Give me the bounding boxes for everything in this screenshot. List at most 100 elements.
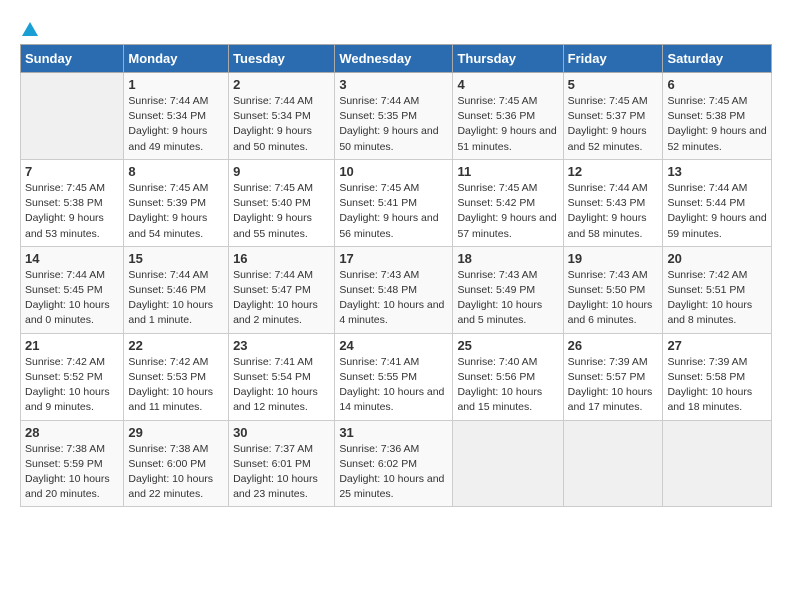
day-number: 31 — [339, 425, 448, 440]
day-info: Sunrise: 7:42 AMSunset: 5:51 PMDaylight:… — [667, 268, 767, 329]
day-cell: 29Sunrise: 7:38 AMSunset: 6:00 PMDayligh… — [124, 420, 229, 507]
day-info: Sunrise: 7:45 AMSunset: 5:37 PMDaylight:… — [568, 94, 659, 155]
day-number: 14 — [25, 251, 119, 266]
day-number: 27 — [667, 338, 767, 353]
day-cell — [663, 420, 772, 507]
day-cell: 16Sunrise: 7:44 AMSunset: 5:47 PMDayligh… — [229, 246, 335, 333]
day-number: 22 — [128, 338, 224, 353]
day-number: 9 — [233, 164, 330, 179]
day-number: 28 — [25, 425, 119, 440]
day-number: 10 — [339, 164, 448, 179]
col-header-thursday: Thursday — [453, 45, 563, 73]
day-info: Sunrise: 7:45 AMSunset: 5:42 PMDaylight:… — [457, 181, 558, 242]
day-info: Sunrise: 7:44 AMSunset: 5:34 PMDaylight:… — [233, 94, 330, 155]
day-info: Sunrise: 7:44 AMSunset: 5:34 PMDaylight:… — [128, 94, 224, 155]
day-cell: 10 Sunrise: 7:45 AMSunset: 5:41 PMDayligh… — [335, 159, 453, 246]
day-cell: 30 Sunrise: 7:37 AMSunset: 6:01 PMDayligh… — [229, 420, 335, 507]
day-number: 2 — [233, 77, 330, 92]
day-info: Sunrise: 7:37 AMSunset: 6:01 PMDaylight:… — [233, 442, 330, 503]
day-info: Sunrise: 7:41 AMSunset: 5:55 PMDaylight:… — [339, 355, 448, 416]
day-number: 17 — [339, 251, 448, 266]
col-header-sunday: Sunday — [21, 45, 124, 73]
day-info: Sunrise: 7:42 AMSunset: 5:52 PMDaylight:… — [25, 355, 119, 416]
page-header — [20, 20, 772, 34]
day-info: Sunrise: 7:43 AMSunset: 5:49 PMDaylight:… — [457, 268, 558, 329]
day-cell: 3 Sunrise: 7:44 AMSunset: 5:35 PMDaylight… — [335, 73, 453, 160]
day-number: 21 — [25, 338, 119, 353]
day-info: Sunrise: 7:44 AMSunset: 5:43 PMDaylight:… — [568, 181, 659, 242]
day-number: 23 — [233, 338, 330, 353]
day-cell: 19Sunrise: 7:43 AMSunset: 5:50 PMDayligh… — [563, 246, 663, 333]
day-number: 25 — [457, 338, 558, 353]
day-number: 29 — [128, 425, 224, 440]
day-cell: 4 Sunrise: 7:45 AMSunset: 5:36 PMDaylight… — [453, 73, 563, 160]
week-row-1: 1 Sunrise: 7:44 AMSunset: 5:34 PMDaylight… — [21, 73, 772, 160]
day-cell: 2 Sunrise: 7:44 AMSunset: 5:34 PMDaylight… — [229, 73, 335, 160]
day-cell: 7Sunrise: 7:45 AMSunset: 5:38 PMDaylight… — [21, 159, 124, 246]
day-info: Sunrise: 7:39 AMSunset: 5:58 PMDaylight:… — [667, 355, 767, 416]
day-number: 20 — [667, 251, 767, 266]
day-info: Sunrise: 7:45 AMSunset: 5:39 PMDaylight:… — [128, 181, 224, 242]
day-cell: 26 Sunrise: 7:39 AMSunset: 5:57 PMDayligh… — [563, 333, 663, 420]
day-info: Sunrise: 7:36 AMSunset: 6:02 PMDaylight:… — [339, 442, 448, 503]
day-cell: 1 Sunrise: 7:44 AMSunset: 5:34 PMDaylight… — [124, 73, 229, 160]
calendar-header-row: SundayMondayTuesdayWednesdayThursdayFrid… — [21, 45, 772, 73]
day-cell: 31 Sunrise: 7:36 AMSunset: 6:02 PMDayligh… — [335, 420, 453, 507]
day-cell — [563, 420, 663, 507]
day-info: Sunrise: 7:43 AMSunset: 5:50 PMDaylight:… — [568, 268, 659, 329]
logo-icon — [21, 20, 39, 38]
day-number: 11 — [457, 164, 558, 179]
day-cell: 28 Sunrise: 7:38 AMSunset: 5:59 PMDayligh… — [21, 420, 124, 507]
day-info: Sunrise: 7:45 AMSunset: 5:40 PMDaylight:… — [233, 181, 330, 242]
col-header-wednesday: Wednesday — [335, 45, 453, 73]
day-number: 4 — [457, 77, 558, 92]
day-cell: 6Sunrise: 7:45 AMSunset: 5:38 PMDaylight… — [663, 73, 772, 160]
day-cell: 5 Sunrise: 7:45 AMSunset: 5:37 PMDaylight… — [563, 73, 663, 160]
day-cell: 18 Sunrise: 7:43 AMSunset: 5:49 PMDayligh… — [453, 246, 563, 333]
day-number: 30 — [233, 425, 330, 440]
day-info: Sunrise: 7:44 AMSunset: 5:35 PMDaylight:… — [339, 94, 448, 155]
week-row-2: 7Sunrise: 7:45 AMSunset: 5:38 PMDaylight… — [21, 159, 772, 246]
day-cell: 11 Sunrise: 7:45 AMSunset: 5:42 PMDayligh… — [453, 159, 563, 246]
day-info: Sunrise: 7:44 AMSunset: 5:45 PMDaylight:… — [25, 268, 119, 329]
calendar-table: SundayMondayTuesdayWednesdayThursdayFrid… — [20, 44, 772, 507]
day-info: Sunrise: 7:45 AMSunset: 5:36 PMDaylight:… — [457, 94, 558, 155]
week-row-5: 28 Sunrise: 7:38 AMSunset: 5:59 PMDayligh… — [21, 420, 772, 507]
week-row-4: 21 Sunrise: 7:42 AMSunset: 5:52 PMDayligh… — [21, 333, 772, 420]
day-cell — [21, 73, 124, 160]
col-header-saturday: Saturday — [663, 45, 772, 73]
day-number: 26 — [568, 338, 659, 353]
day-info: Sunrise: 7:42 AMSunset: 5:53 PMDaylight:… — [128, 355, 224, 416]
col-header-monday: Monday — [124, 45, 229, 73]
day-cell: 17 Sunrise: 7:43 AMSunset: 5:48 PMDayligh… — [335, 246, 453, 333]
day-cell: 21 Sunrise: 7:42 AMSunset: 5:52 PMDayligh… — [21, 333, 124, 420]
day-number: 13 — [667, 164, 767, 179]
day-cell — [453, 420, 563, 507]
day-number: 18 — [457, 251, 558, 266]
day-number: 15 — [128, 251, 224, 266]
day-info: Sunrise: 7:38 AMSunset: 5:59 PMDaylight:… — [25, 442, 119, 503]
day-number: 5 — [568, 77, 659, 92]
day-info: Sunrise: 7:45 AMSunset: 5:38 PMDaylight:… — [25, 181, 119, 242]
day-info: Sunrise: 7:40 AMSunset: 5:56 PMDaylight:… — [457, 355, 558, 416]
day-cell: 25 Sunrise: 7:40 AMSunset: 5:56 PMDayligh… — [453, 333, 563, 420]
day-number: 3 — [339, 77, 448, 92]
day-info: Sunrise: 7:39 AMSunset: 5:57 PMDaylight:… — [568, 355, 659, 416]
day-info: Sunrise: 7:45 AMSunset: 5:41 PMDaylight:… — [339, 181, 448, 242]
day-cell: 23 Sunrise: 7:41 AMSunset: 5:54 PMDayligh… — [229, 333, 335, 420]
day-number: 24 — [339, 338, 448, 353]
day-number: 6 — [667, 77, 767, 92]
day-info: Sunrise: 7:44 AMSunset: 5:44 PMDaylight:… — [667, 181, 767, 242]
day-info: Sunrise: 7:43 AMSunset: 5:48 PMDaylight:… — [339, 268, 448, 329]
week-row-3: 14 Sunrise: 7:44 AMSunset: 5:45 PMDayligh… — [21, 246, 772, 333]
day-cell: 20 Sunrise: 7:42 AMSunset: 5:51 PMDayligh… — [663, 246, 772, 333]
day-cell: 14 Sunrise: 7:44 AMSunset: 5:45 PMDayligh… — [21, 246, 124, 333]
day-info: Sunrise: 7:41 AMSunset: 5:54 PMDaylight:… — [233, 355, 330, 416]
day-cell: 12Sunrise: 7:44 AMSunset: 5:43 PMDayligh… — [563, 159, 663, 246]
day-number: 1 — [128, 77, 224, 92]
day-cell: 8Sunrise: 7:45 AMSunset: 5:39 PMDaylight… — [124, 159, 229, 246]
logo — [20, 20, 40, 34]
day-cell: 15Sunrise: 7:44 AMSunset: 5:46 PMDayligh… — [124, 246, 229, 333]
day-number: 16 — [233, 251, 330, 266]
col-header-tuesday: Tuesday — [229, 45, 335, 73]
